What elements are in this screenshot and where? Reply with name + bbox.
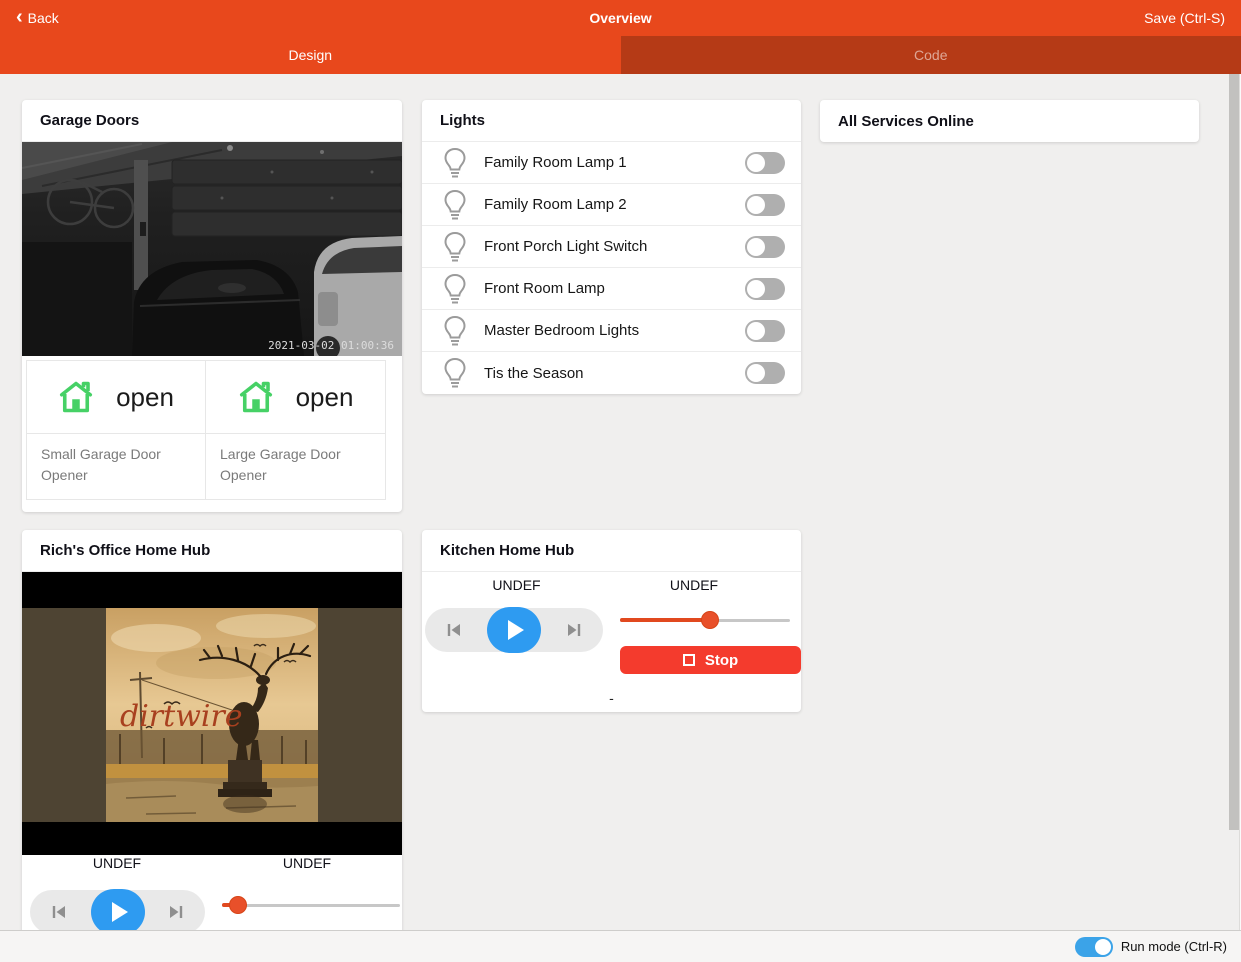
lightbulb-icon	[442, 315, 468, 347]
light-row: Front Room Lamp	[422, 268, 801, 310]
toggle-knob	[747, 238, 765, 256]
light-toggle[interactable]	[745, 236, 785, 258]
toggle-knob	[1095, 939, 1111, 955]
next-track-button[interactable]	[565, 621, 583, 639]
garage-doors-title: Garage Doors	[22, 100, 402, 142]
light-toggle[interactable]	[745, 362, 785, 384]
stop-icon	[683, 654, 695, 666]
run-mode-toggle[interactable]	[1075, 937, 1113, 957]
services-status-title: All Services Online	[820, 100, 1199, 142]
open-action-label: open	[116, 382, 174, 413]
stop-label: Stop	[705, 652, 738, 669]
lightbulb-icon	[442, 357, 468, 389]
light-label: Master Bedroom Lights	[484, 322, 745, 339]
back-label: Back	[28, 10, 59, 26]
kitchen-track-info: -	[422, 690, 801, 706]
page-title: Overview	[0, 10, 1241, 26]
large-garage-open-button[interactable]: open	[206, 361, 385, 433]
open-action-label: open	[296, 382, 354, 413]
now-playing-artwork: dirtwire	[22, 572, 402, 855]
stop-button[interactable]: Stop	[620, 646, 801, 674]
kitchen-right-status: UNDEF	[605, 577, 783, 593]
scrollbar-thumb[interactable]	[1229, 74, 1239, 830]
garage-doors-card: Garage Doors	[22, 100, 402, 512]
lightbulb-icon	[442, 189, 468, 221]
rich-right-status: UNDEF	[212, 855, 402, 871]
back-chevron-icon: ‹	[16, 10, 23, 24]
light-toggle[interactable]	[745, 320, 785, 342]
garage-camera-image: 2021-03-02 01:00:36	[22, 142, 402, 356]
bottom-bar: Run mode (Ctrl-R)	[0, 930, 1241, 962]
slider-knob[interactable]	[229, 896, 247, 914]
small-garage-opener-name: Small Garage Door Opener	[27, 433, 205, 499]
light-row: Family Room Lamp 2	[422, 184, 801, 226]
next-track-button[interactable]	[167, 903, 185, 921]
tab-bar: Design Code	[0, 36, 1241, 74]
small-garage-opener-tile: open Small Garage Door Opener	[26, 360, 206, 500]
run-mode-label: Run mode (Ctrl-R)	[1121, 939, 1227, 954]
toggle-knob	[747, 154, 765, 172]
garage-opener-tiles: open Small Garage Door Opener open Large…	[26, 360, 386, 500]
light-row: Front Porch Light Switch	[422, 226, 801, 268]
lightbulb-icon	[442, 147, 468, 179]
camera-timestamp: 2021-03-02 01:00:36	[268, 339, 394, 352]
light-row: Family Room Lamp 1	[422, 142, 801, 184]
tab-design[interactable]: Design	[0, 36, 621, 74]
light-toggle[interactable]	[745, 152, 785, 174]
services-status-card: All Services Online	[820, 100, 1199, 142]
light-label: Tis the Season	[484, 365, 745, 382]
large-garage-opener-name: Large Garage Door Opener	[206, 433, 385, 499]
play-button[interactable]	[487, 607, 541, 653]
light-toggle[interactable]	[745, 278, 785, 300]
light-label: Front Room Lamp	[484, 280, 745, 297]
previous-track-button[interactable]	[50, 903, 68, 921]
lights-title: Lights	[422, 100, 801, 142]
lightbulb-icon	[442, 231, 468, 263]
large-garage-opener-tile: open Large Garage Door Opener	[206, 360, 386, 500]
kitchen-left-status: UNDEF	[422, 577, 611, 593]
light-row: Tis the Season	[422, 352, 801, 394]
lights-card: Lights Family Room Lamp 1 Family Room La…	[422, 100, 801, 394]
album-band-text: dirtwire	[120, 699, 243, 734]
light-row: Master Bedroom Lights	[422, 310, 801, 352]
top-bar: ‹ Back Overview Save (Ctrl-S)	[0, 0, 1241, 36]
toggle-knob	[747, 196, 765, 214]
slider-fill	[620, 618, 710, 622]
slider-knob[interactable]	[701, 611, 719, 629]
album-art: dirtwire	[106, 608, 318, 822]
toggle-knob	[747, 364, 765, 382]
kitchen-media-controls	[425, 608, 603, 652]
garage-house-icon	[58, 380, 94, 414]
play-icon	[112, 902, 128, 922]
tab-code[interactable]: Code	[621, 36, 1241, 74]
kitchen-hub-card: Kitchen Home Hub UNDEF UNDEF Stop -	[422, 530, 801, 712]
light-toggle[interactable]	[745, 194, 785, 216]
play-button[interactable]	[91, 889, 145, 935]
rich-left-status: UNDEF	[22, 855, 212, 871]
kitchen-hub-title: Kitchen Home Hub	[422, 530, 801, 572]
play-icon	[508, 620, 524, 640]
lightbulb-icon	[442, 273, 468, 305]
light-label: Family Room Lamp 1	[484, 154, 745, 171]
rich-office-hub-title: Rich's Office Home Hub	[22, 530, 402, 572]
previous-track-button[interactable]	[445, 621, 463, 639]
toggle-knob	[747, 322, 765, 340]
toggle-knob	[747, 280, 765, 298]
light-label: Front Porch Light Switch	[484, 238, 745, 255]
slider-track	[222, 904, 400, 907]
rich-media-controls	[30, 890, 205, 934]
rich-volume-slider[interactable]	[222, 896, 400, 914]
light-label: Family Room Lamp 2	[484, 196, 745, 213]
save-button[interactable]: Save (Ctrl-S)	[1144, 10, 1225, 26]
kitchen-volume-slider[interactable]	[620, 611, 790, 629]
small-garage-open-button[interactable]: open	[27, 361, 205, 433]
garage-house-icon	[238, 380, 274, 414]
back-button[interactable]: ‹ Back	[16, 10, 59, 26]
rich-office-hub-card: Rich's Office Home Hub	[22, 530, 402, 962]
